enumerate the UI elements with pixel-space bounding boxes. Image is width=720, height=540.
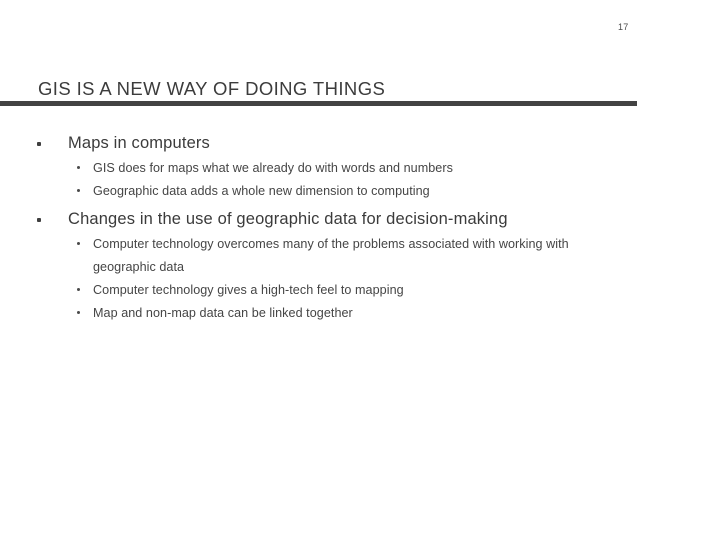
- bullet-level2: Map and non-map data can be linked toget…: [0, 302, 720, 325]
- square-bullet-icon: [37, 218, 41, 222]
- dot-bullet-icon: [77, 288, 80, 291]
- slide-title-block: GIS IS A NEW WAY OF DOING THINGS: [0, 78, 720, 106]
- sub-bullet-list: Computer technology overcomes many of th…: [0, 233, 720, 325]
- dot-bullet-icon: [77, 189, 80, 192]
- square-bullet-icon: [37, 142, 41, 146]
- page-title: GIS IS A NEW WAY OF DOING THINGS: [38, 78, 386, 99]
- bullet-level2-label: Map and non-map data can be linked toget…: [93, 306, 353, 320]
- bullet-level2-label: Computer technology gives a high-tech fe…: [93, 283, 404, 297]
- bullet-level1: Changes in the use of geographic data fo…: [0, 208, 720, 232]
- bullet-level1-label: Changes in the use of geographic data fo…: [68, 210, 508, 228]
- bullet-level2: GIS does for maps what we already do wit…: [0, 157, 720, 180]
- bullet-level2: Computer technology overcomes many of th…: [0, 233, 720, 279]
- presentation-slide: 17 GIS IS A NEW WAY OF DOING THINGS Maps…: [0, 0, 720, 540]
- bullet-level2-label: GIS does for maps what we already do wit…: [93, 161, 453, 175]
- bullet-level2: Geographic data adds a whole new dimensi…: [0, 180, 720, 203]
- bullet-level2: Computer technology gives a high-tech fe…: [0, 279, 720, 302]
- bullet-level2-label: Geographic data adds a whole new dimensi…: [93, 184, 430, 198]
- dot-bullet-icon: [77, 311, 80, 314]
- dot-bullet-icon: [77, 242, 80, 245]
- slide-body: Maps in computers GIS does for maps what…: [0, 132, 720, 325]
- page-number: 17: [618, 22, 629, 32]
- dot-bullet-icon: [77, 166, 80, 169]
- sub-bullet-list: GIS does for maps what we already do wit…: [0, 157, 720, 203]
- bullet-level2-label: Computer technology overcomes many of th…: [93, 237, 569, 274]
- bullet-level1: Maps in computers: [0, 132, 720, 156]
- title-underline-rule: [0, 101, 637, 106]
- bullet-level1-label: Maps in computers: [68, 134, 210, 152]
